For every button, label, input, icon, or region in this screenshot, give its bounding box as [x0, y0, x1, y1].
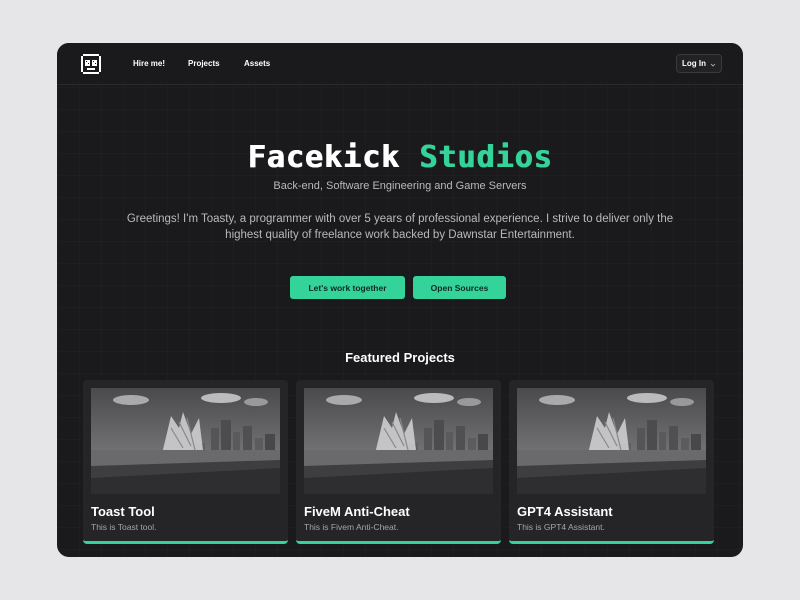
project-card-gpt4-assistant[interactable]: GPT4 Assistant This is GPT4 Assistant. [509, 380, 714, 544]
title-main: Facekick [247, 140, 400, 175]
project-card-fivem-anti-cheat[interactable]: FiveM Anti-Cheat This is Fivem Anti-Chea… [296, 380, 501, 544]
nav-link-projects[interactable]: Projects [188, 59, 220, 68]
nav-link-assets[interactable]: Assets [244, 59, 270, 68]
title-accent: Studios [419, 140, 553, 175]
card-description: This is GPT4 Assistant. [517, 522, 605, 532]
project-thumbnail [517, 388, 706, 494]
project-card-toast-tool[interactable]: Toast Tool This is Toast tool. [83, 380, 288, 544]
page-title: Facekick Studios [57, 140, 743, 175]
open-sources-button[interactable]: Open Sources [413, 276, 506, 299]
card-description: This is Fivem Anti-Cheat. [304, 522, 399, 532]
app-window: Hire me! Projects Assets Log In Facekick… [57, 43, 743, 557]
intro-paragraph: Greetings! I'm Toasty, a programmer with… [126, 213, 674, 241]
top-nav: Hire me! Projects Assets Log In [57, 43, 743, 85]
work-together-button[interactable]: Let's work together [290, 276, 405, 299]
project-thumbnail [304, 388, 493, 494]
card-title: FiveM Anti-Cheat [304, 504, 410, 519]
robot-face-icon[interactable] [79, 52, 103, 76]
card-title: GPT4 Assistant [517, 504, 613, 519]
page-subtitle: Back-end, Software Engineering and Game … [273, 180, 527, 192]
chevron-down-icon [710, 61, 716, 67]
login-label: Log In [682, 59, 706, 68]
nav-link-hire-me[interactable]: Hire me! [133, 59, 165, 68]
login-dropdown-button[interactable]: Log In [676, 54, 722, 73]
featured-projects-heading: Featured Projects [345, 350, 455, 365]
project-thumbnail [91, 388, 280, 494]
card-description: This is Toast tool. [91, 522, 157, 532]
card-title: Toast Tool [91, 504, 155, 519]
